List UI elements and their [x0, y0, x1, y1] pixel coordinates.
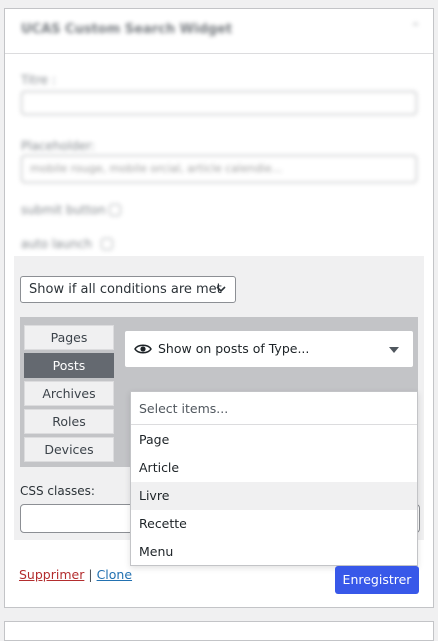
- dropdown-item-recette[interactable]: Recette: [131, 510, 417, 538]
- tab-devices[interactable]: Devices: [24, 437, 114, 462]
- tab-pages[interactable]: Pages: [24, 325, 114, 350]
- widget-footer-links: Supprimer | Clone: [19, 567, 132, 582]
- auto-search-checkbox[interactable]: [101, 238, 113, 250]
- dropdown-item-menu[interactable]: Menu: [131, 538, 417, 566]
- post-type-select[interactable]: Show on posts of Type...: [124, 330, 414, 368]
- placeholder-label: Placeholder:: [21, 139, 95, 153]
- css-classes-label: CSS classes:: [20, 484, 95, 498]
- save-button[interactable]: Enregistrer: [335, 566, 419, 594]
- post-type-select-label: Show on posts of Type...: [158, 341, 310, 356]
- dropdown-item-livre[interactable]: Livre: [131, 482, 417, 510]
- delete-link[interactable]: Supprimer: [19, 567, 84, 582]
- tab-posts[interactable]: Posts: [24, 353, 114, 378]
- items-search-input[interactable]: Select items...: [131, 392, 417, 425]
- tab-roles[interactable]: Roles: [24, 409, 114, 434]
- link-separator: |: [88, 567, 93, 582]
- submit-button-label: submit button: [21, 203, 106, 217]
- dropdown-item-article[interactable]: Article: [131, 454, 417, 482]
- condition-mode-value: Show if all conditions are met: [29, 282, 222, 297]
- collapse-icon[interactable]: ⌃: [410, 21, 421, 36]
- clone-link[interactable]: Clone: [97, 567, 132, 582]
- title-input[interactable]: [21, 91, 417, 115]
- submit-button-checkbox[interactable]: [109, 204, 121, 216]
- dropdown-item-page[interactable]: Page: [131, 426, 417, 454]
- chevron-down-icon: [215, 277, 227, 311]
- tab-archives[interactable]: Archives: [24, 381, 114, 406]
- auto-search-label: auto launch: [21, 237, 92, 251]
- widget-header[interactable]: UCAS Custom Search Widget ⌃: [5, 9, 433, 54]
- next-widget-panel[interactable]: [4, 621, 434, 641]
- caret-down-icon: [389, 347, 399, 353]
- placeholder-input[interactable]: mobile rouge, mobile orcial, article cal…: [21, 155, 417, 183]
- condition-mode-select[interactable]: Show if all conditions are met: [20, 276, 236, 303]
- items-dropdown: Select items... Page Article Livre Recet…: [130, 391, 418, 566]
- eye-icon: [134, 341, 152, 357]
- widget-title: UCAS Custom Search Widget: [21, 22, 233, 37]
- title-label: Titre :: [21, 73, 56, 87]
